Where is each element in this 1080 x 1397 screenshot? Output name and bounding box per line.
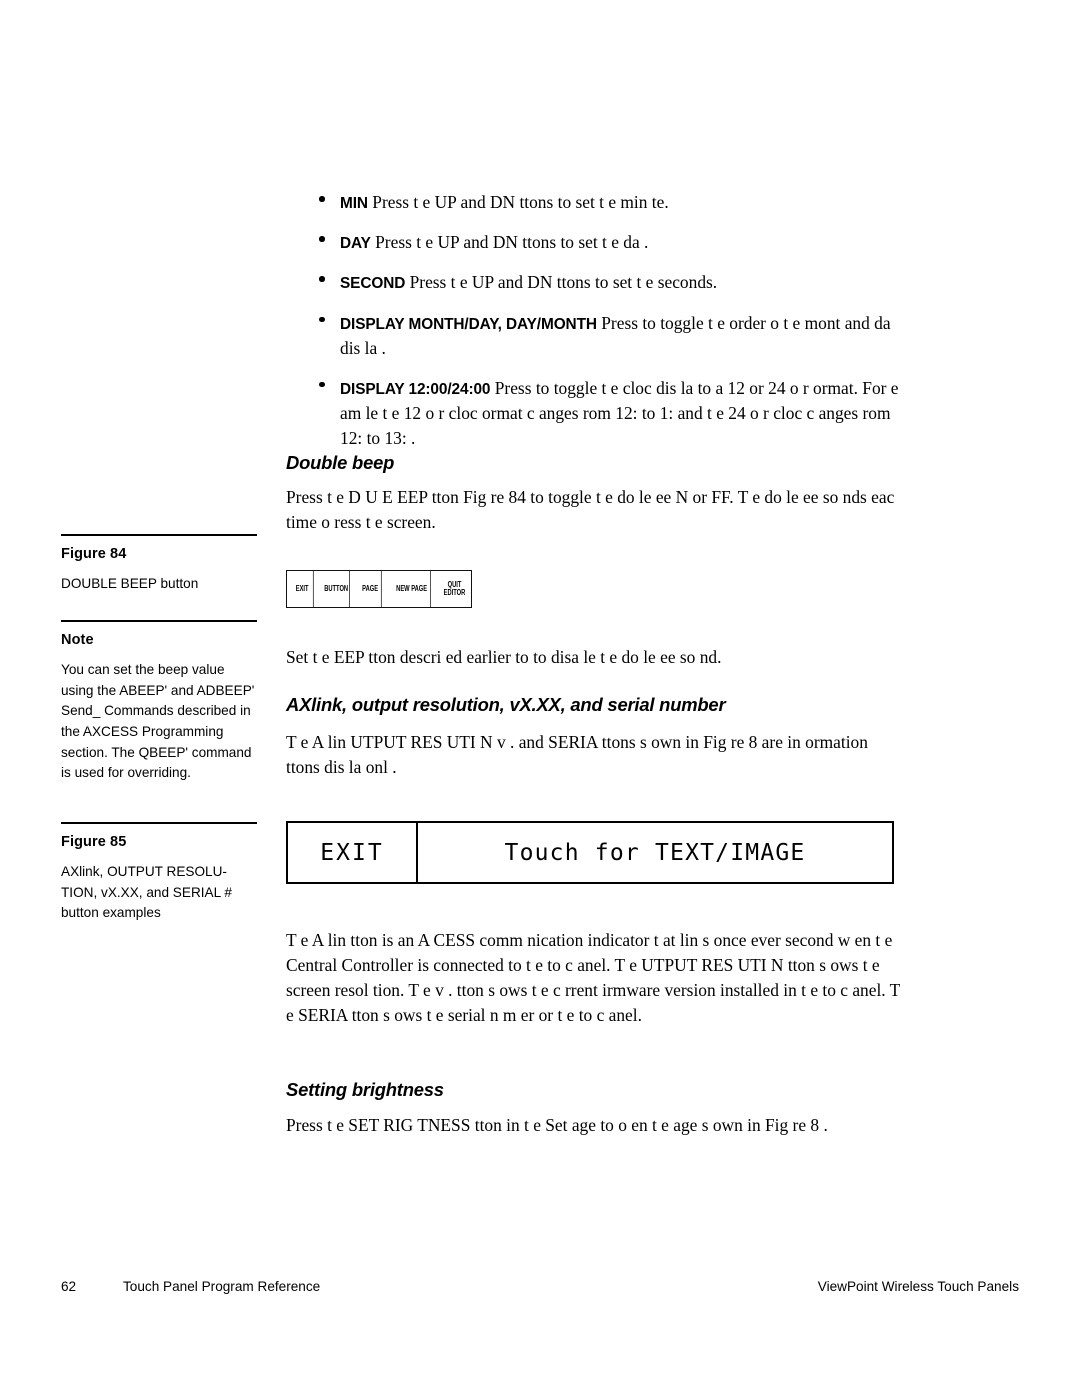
sidebar-divider (61, 620, 257, 622)
strip-button-exit[interactable]: EXIT (291, 571, 314, 607)
footer-left-text: Touch Panel Program Reference (123, 1279, 321, 1294)
touchbar-text-image-button[interactable]: Touch for TEXT/IMAGE (418, 823, 892, 882)
list-item: SECOND Press t e UP and DN ttons to set … (286, 270, 900, 295)
bullet-dot-icon (319, 316, 325, 323)
paragraph-double-beep: Press t e D U E EEP tton Fig re 84 to to… (286, 487, 895, 533)
heading-axlink: AXlink, output resolution, vX.XX, and se… (286, 694, 726, 715)
paragraph-setting-brightness: Press t e SET RIG TNESS tton in t e Set … (286, 1115, 828, 1135)
sidebar-block-figure-85: Figure 85 AXlink, OUTPUT RESOLU-TION, vX… (61, 822, 257, 924)
touchbar-exit-button[interactable]: EXIT (288, 823, 418, 882)
list-item-label: DISPLAY 12:00/24:00 (340, 380, 491, 398)
bullet-dot-icon (319, 236, 325, 242)
sidebar-divider (61, 534, 257, 536)
list-item-label: DISPLAY MONTH/DAY, DAY/MONTH (340, 315, 597, 333)
settings-bullet-list: MIN Press t e UP and DN ttons to set t e… (286, 190, 900, 466)
bullet-dot-icon (319, 276, 325, 282)
heading-double-beep: Double beep (286, 452, 395, 473)
figure-85-touch-bar: EXIT Touch for TEXT/IMAGE (286, 821, 894, 884)
paragraph-disable-double-beep: Set t e EEP tton descri ed earlier to to… (286, 647, 722, 667)
sidebar-body-figure-84: DOUBLE BEEP button (61, 575, 199, 591)
list-item-label: SECOND (340, 275, 406, 293)
strip-button-quit-editor[interactable]: QUIT EDITOR (443, 571, 467, 607)
sidebar-block-figure-84: Figure 84 DOUBLE BEEP button (61, 534, 257, 595)
strip-button-new-page[interactable]: NEW PAGE (393, 571, 431, 607)
list-item-label: MIN (340, 195, 368, 212)
list-item-text: Press t e UP and DN ttons to set t e sec… (409, 272, 718, 293)
sidebar-body-figure-85: AXlink, OUTPUT RESOLU-TION, vX.XX, and S… (61, 863, 232, 921)
bullet-dot-icon (319, 196, 325, 202)
heading-setting-brightness: Setting brightness (286, 1079, 444, 1100)
sidebar-divider (61, 822, 257, 824)
figure-84-button-strip: EXIT BUTTON PAGE NEW PAGE QUIT EDITOR (286, 570, 472, 608)
paragraph-axlink-intro: T e A lin UTPUT RES UTI N v . and SERIA … (286, 732, 868, 778)
bullet-dot-icon (319, 381, 325, 388)
sidebar-body-note: You can set the beep value using the ABE… (61, 661, 255, 781)
document-page: Figure 84 DOUBLE BEEP button Note You ca… (0, 0, 1080, 1397)
strip-button-page[interactable]: PAGE (359, 571, 382, 607)
footer-right-text: ViewPoint Wireless Touch Panels (817, 1279, 1019, 1294)
sidebar-title-figure-85: Figure 85 (61, 834, 127, 850)
list-item: DISPLAY MONTH/DAY, DAY/MONTH Press to to… (286, 311, 900, 361)
list-item: DISPLAY 12:00/24:00 Press to toggle t e … (286, 376, 900, 451)
list-item-text: Press t e UP and DN ttons to set t e min… (372, 192, 669, 212)
list-item-label: DAY (340, 235, 371, 253)
footer-page-number: 62 (61, 1279, 77, 1294)
paragraph-axlink-body: T e A lin tton is an A CESS comm nicatio… (286, 930, 900, 1026)
list-item-text: Press t e UP and DN ttons to set t e da … (375, 232, 649, 253)
list-item: DAY Press t e UP and DN ttons to set t e… (286, 230, 900, 255)
sidebar-title-note: Note (61, 632, 94, 648)
sidebar-title-figure-84: Figure 84 (61, 546, 127, 562)
sidebar-block-note: Note You can set the beep value using th… (61, 620, 257, 784)
strip-button-button[interactable]: BUTTON (323, 571, 350, 607)
page-footer: 62 Touch Panel Program Reference ViewPoi… (61, 1279, 1019, 1294)
list-item: MIN Press t e UP and DN ttons to set t e… (286, 190, 900, 215)
